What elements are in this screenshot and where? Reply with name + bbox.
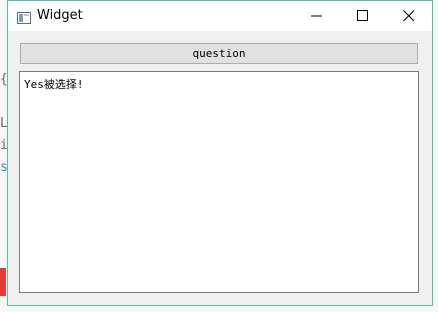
minimize-button[interactable] — [294, 1, 340, 31]
output-text: Yes被选择! — [24, 78, 84, 91]
window-title: Widget — [37, 8, 83, 23]
close-icon — [403, 10, 415, 22]
minimize-icon — [311, 15, 322, 17]
question-button[interactable]: question — [20, 43, 418, 64]
background-red-mark — [0, 268, 6, 296]
title-bar[interactable]: Widget — [8, 1, 432, 31]
widget-window: Widget question Yes被选择! — [7, 0, 433, 306]
output-text-area[interactable]: Yes被选择! — [19, 71, 419, 293]
maximize-icon — [357, 10, 368, 21]
app-icon — [17, 9, 31, 24]
maximize-button[interactable] — [340, 1, 386, 31]
close-button[interactable] — [386, 1, 432, 31]
